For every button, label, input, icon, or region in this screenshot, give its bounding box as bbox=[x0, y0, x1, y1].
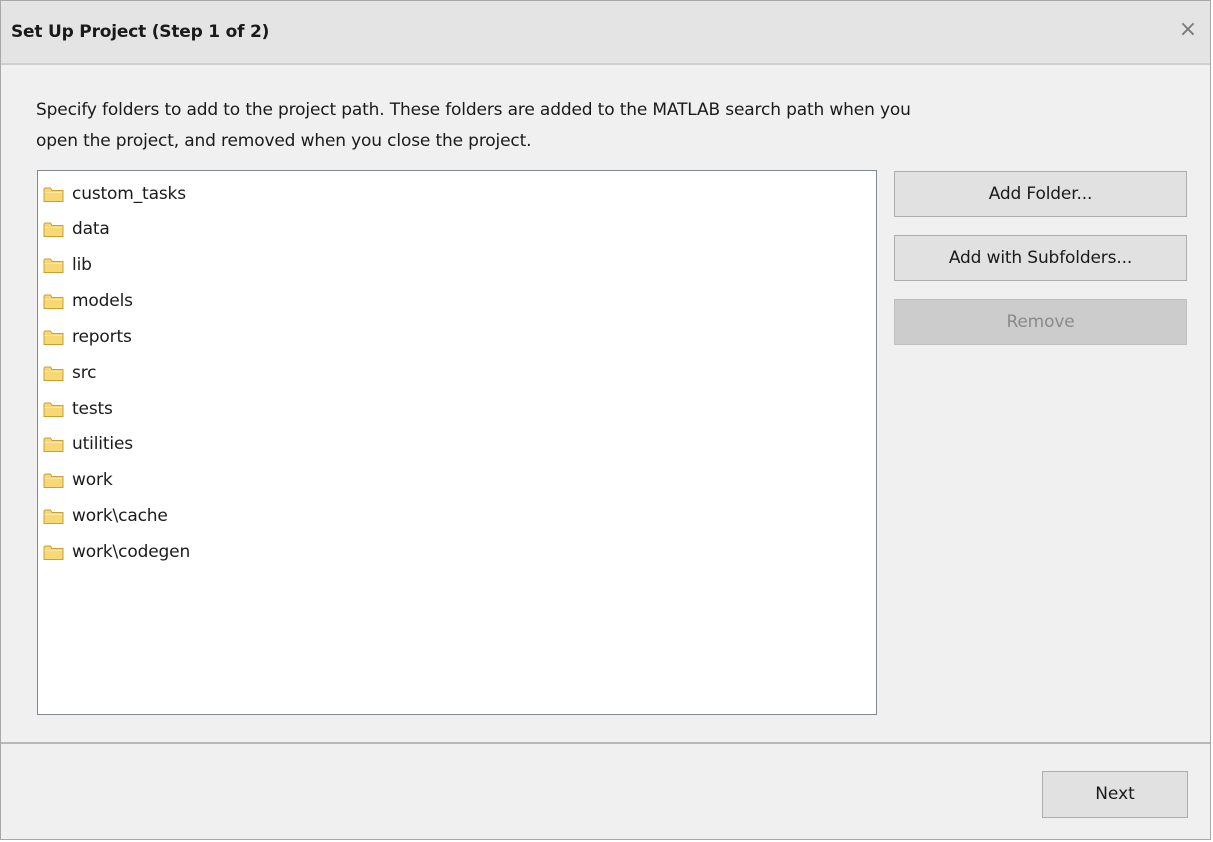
list-item[interactable]: work\cache bbox=[43, 501, 168, 531]
list-item[interactable]: work\codegen bbox=[43, 537, 190, 567]
folder-icon bbox=[43, 257, 64, 274]
add-with-subfolders-button[interactable]: Add with Subfolders... bbox=[894, 235, 1187, 281]
description-line-2: open the project, and removed when you c… bbox=[36, 131, 532, 151]
list-item-label: reports bbox=[72, 327, 132, 347]
list-item-label: models bbox=[72, 291, 133, 311]
folder-icon bbox=[43, 436, 64, 453]
list-item-label: work\codegen bbox=[72, 542, 191, 562]
list-item-label: lib bbox=[72, 255, 92, 275]
next-button[interactable]: Next bbox=[1042, 771, 1188, 818]
list-item-label: work bbox=[72, 470, 113, 490]
folder-icon bbox=[43, 221, 64, 238]
folder-icon bbox=[43, 508, 64, 525]
folder-icon bbox=[43, 401, 64, 418]
folder-icon bbox=[43, 293, 64, 310]
setup-project-dialog: Set Up Project (Step 1 of 2) × Specify f… bbox=[0, 0, 1211, 840]
list-item-label: tests bbox=[72, 399, 113, 419]
list-item[interactable]: tests bbox=[43, 394, 113, 424]
list-item[interactable]: custom_tasks bbox=[43, 179, 186, 209]
add-folder-button[interactable]: Add Folder... bbox=[894, 171, 1187, 217]
list-item-label: custom_tasks bbox=[72, 184, 186, 204]
folder-icon bbox=[43, 186, 64, 203]
list-item-label: work\cache bbox=[72, 506, 168, 526]
list-item[interactable]: work bbox=[43, 465, 113, 495]
list-item[interactable]: models bbox=[43, 286, 133, 316]
list-item-label: utilities bbox=[72, 434, 133, 454]
close-icon[interactable]: × bbox=[1176, 17, 1200, 43]
list-item[interactable]: reports bbox=[43, 322, 132, 352]
list-item-label: data bbox=[72, 219, 110, 239]
list-item[interactable]: utilities bbox=[43, 429, 133, 459]
list-item[interactable]: data bbox=[43, 214, 110, 244]
folder-list[interactable]: custom_tasks data lib models reports src… bbox=[37, 170, 877, 715]
folder-icon bbox=[43, 544, 64, 561]
description-line-1: Specify folders to add to the project pa… bbox=[36, 100, 911, 120]
folder-icon bbox=[43, 329, 64, 346]
list-item-label: src bbox=[72, 363, 97, 383]
list-item[interactable]: lib bbox=[43, 250, 92, 280]
dialog-title: Set Up Project (Step 1 of 2) bbox=[11, 22, 270, 42]
dialog-footer bbox=[1, 744, 1210, 839]
dialog-description: Specify folders to add to the project pa… bbox=[36, 95, 1176, 157]
dialog-titlebar: Set Up Project (Step 1 of 2) × bbox=[1, 1, 1210, 65]
folder-icon bbox=[43, 472, 64, 489]
list-item[interactable]: src bbox=[43, 358, 97, 388]
folder-icon bbox=[43, 365, 64, 382]
remove-button[interactable]: Remove bbox=[894, 299, 1187, 345]
